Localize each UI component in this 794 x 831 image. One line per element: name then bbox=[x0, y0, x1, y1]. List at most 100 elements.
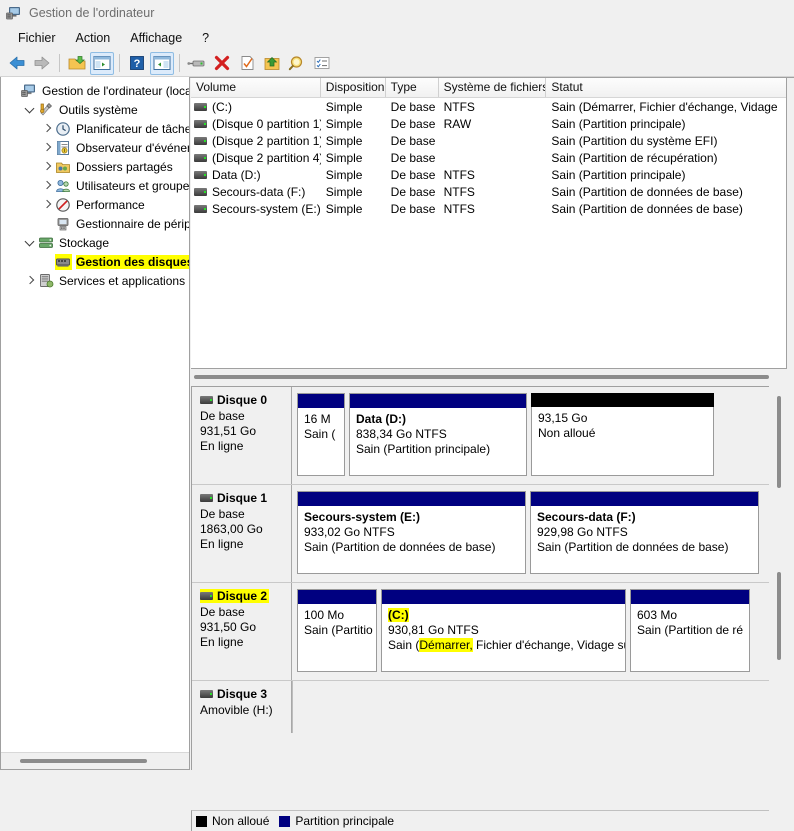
drive-icon bbox=[200, 494, 213, 502]
properties-icon[interactable] bbox=[235, 52, 259, 75]
tree-item-gestionnaire-de-p-riph[interactable]: Gestionnaire de périphé bbox=[1, 214, 189, 233]
menu-affichage[interactable]: Affichage bbox=[120, 28, 192, 48]
window-title: Gestion de l'ordinateur bbox=[29, 6, 155, 20]
disk-name-label: Disque 0 bbox=[217, 393, 268, 407]
up-folder-icon[interactable] bbox=[65, 52, 89, 75]
partition-block[interactable]: 16 M Sain ( bbox=[297, 393, 345, 476]
table-row[interactable]: Secours-system (E:) Simple De base NTFS Sain… bbox=[191, 200, 786, 217]
menu-action[interactable]: Action bbox=[66, 28, 121, 48]
column-header-disposition[interactable]: Disposition bbox=[320, 78, 386, 97]
help-icon[interactable]: ? bbox=[125, 52, 149, 75]
disk-size: 931,50 Go bbox=[200, 620, 257, 634]
column-header-type[interactable]: Type bbox=[385, 78, 439, 97]
tree-item-planificateur-de-t-ches[interactable]: Planificateur de tâches bbox=[1, 119, 189, 138]
chevron-right-icon[interactable] bbox=[39, 121, 55, 137]
computer-management-icon bbox=[6, 5, 22, 21]
column-header-statut[interactable]: Statut bbox=[546, 78, 786, 97]
tree-item-stockage[interactable]: Stockage bbox=[1, 233, 189, 252]
tree-item-outils-syst-me[interactable]: Outils système bbox=[1, 100, 189, 119]
back-icon[interactable] bbox=[5, 52, 29, 75]
menu-bar: Fichier Action Affichage ? bbox=[0, 26, 794, 50]
partition-block[interactable]: Secours-data (F:) 929,98 Go NTFS Sain (Par… bbox=[530, 491, 759, 574]
disk-partitions: 100 Mo Sain (Partitio (C:) 930,81 Go NTFS Sa… bbox=[292, 583, 769, 680]
partition-block[interactable]: (C:) 930,81 Go NTFS Sain (Démarrer, Fichie… bbox=[381, 589, 626, 672]
partition-status: Sain ( bbox=[304, 427, 336, 441]
chevron-right-icon[interactable] bbox=[39, 159, 55, 175]
cell-statut: Sain (Partition de données de base) bbox=[551, 184, 743, 199]
partition-size: 929,98 Go NTFS bbox=[537, 525, 628, 539]
partition-block[interactable]: Data (D:) 838,34 Go NTFS Sain (Partition p… bbox=[349, 393, 527, 476]
show-hide-tree-icon[interactable] bbox=[90, 51, 114, 75]
tree-item-gestion-des-disques[interactable]: Gestion des disques bbox=[1, 252, 189, 271]
table-row[interactable]: (Disque 0 partition 1) Simple De base RAW Sa… bbox=[191, 115, 786, 132]
graph-scrollbar-thumb-lower[interactable] bbox=[777, 572, 781, 660]
tree-item-services-et-applications[interactable]: Services et applications bbox=[1, 271, 189, 290]
disk-state: En ligne bbox=[200, 537, 244, 551]
eventlog-icon: ! bbox=[55, 140, 72, 156]
chevron-right-icon[interactable] bbox=[39, 197, 55, 213]
disk-type: De base bbox=[200, 409, 245, 423]
disk-info[interactable]: Disque 3 Amovible (H:) bbox=[192, 681, 292, 733]
partition-status: Sain (Partition de données de base) bbox=[304, 540, 496, 554]
chevron-right-icon[interactable] bbox=[22, 273, 38, 289]
graphical-view-vertical-scrollbar[interactable] bbox=[770, 386, 787, 770]
chevron-right-icon[interactable] bbox=[39, 178, 55, 194]
tree-item-observateur-d-v-neme[interactable]: ! Observateur d'événeme bbox=[1, 138, 189, 157]
column-header-filesystem[interactable]: Système de fichiers bbox=[438, 78, 547, 97]
tree-item-gestion-de-l-ordinateur-local[interactable]: Gestion de l'ordinateur (local) bbox=[1, 81, 189, 100]
shared-folders-icon bbox=[55, 159, 72, 175]
tree-horizontal-scrollbar[interactable] bbox=[1, 752, 189, 769]
tree-item-label: Outils système bbox=[59, 102, 138, 117]
disk-info[interactable]: Disque 1 De base 1863,00 Go En ligne bbox=[192, 485, 292, 582]
chevron-down-icon[interactable] bbox=[22, 235, 38, 251]
cell-disposition: Simple bbox=[325, 201, 363, 216]
show-action-pane-icon[interactable] bbox=[150, 51, 174, 75]
partition-color-band bbox=[298, 394, 344, 408]
cell-type: De base bbox=[390, 184, 436, 199]
disk-state: En ligne bbox=[200, 635, 244, 649]
search-icon[interactable] bbox=[285, 52, 309, 75]
cell-type: De base bbox=[390, 133, 436, 148]
forward-icon[interactable] bbox=[30, 52, 54, 75]
cell-volume-label: (Disque 0 partition 1) bbox=[212, 116, 321, 131]
delete-icon[interactable] bbox=[210, 52, 234, 75]
table-row[interactable]: Data (D:) Simple De base NTFS Sain (Partitio… bbox=[191, 166, 786, 183]
partition-block[interactable]: Secours-system (E:) 933,02 Go NTFS Sain (P… bbox=[297, 491, 526, 574]
disk-partitions: 16 M Sain (Data (D:) 838,34 Go NTFS Sain (P… bbox=[292, 387, 769, 484]
export-icon[interactable] bbox=[260, 52, 284, 75]
rescan-disks-icon[interactable] bbox=[185, 52, 209, 75]
column-header-volume[interactable]: Volume bbox=[191, 78, 321, 97]
tree-item-utilisateurs-et-groupes-l[interactable]: Utilisateurs et groupes l bbox=[1, 176, 189, 195]
tree-scrollbar-thumb[interactable] bbox=[20, 759, 147, 763]
tree-item-dossiers-partag-s[interactable]: Dossiers partagés bbox=[1, 157, 189, 176]
cell-volume-label: Secours-data (F:) bbox=[212, 184, 306, 199]
menu-fichier[interactable]: Fichier bbox=[8, 28, 66, 48]
table-row[interactable]: (C:) Simple De base NTFS Sain (Démarrer, Fic… bbox=[191, 98, 786, 115]
partition-block[interactable]: 603 Mo Sain (Partition de ré bbox=[630, 589, 750, 672]
table-row[interactable]: Secours-data (F:) Simple De base NTFS Sain (… bbox=[191, 183, 786, 200]
partition-block[interactable]: 93,15 Go Non alloué bbox=[531, 393, 714, 476]
tree-item-performance[interactable]: Performance bbox=[1, 195, 189, 214]
users-groups-icon bbox=[55, 178, 72, 194]
disk-info[interactable]: Disque 0 De base 931,51 Go En ligne bbox=[192, 387, 292, 484]
partition-block[interactable]: 100 Mo Sain (Partitio bbox=[297, 589, 377, 672]
list-view-icon[interactable] bbox=[310, 52, 334, 75]
tree-item-label: Gestionnaire de périphé bbox=[76, 216, 189, 231]
chevron-down-icon[interactable] bbox=[22, 102, 38, 118]
menu-aide[interactable]: ? bbox=[192, 28, 219, 48]
disk-row: Disque 3 Amovible (H:) bbox=[192, 681, 769, 733]
disk-info[interactable]: Disque 2 De base 931,50 Go En ligne bbox=[192, 583, 292, 680]
drive-icon bbox=[200, 690, 213, 698]
volume-list-scrollbar-thumb[interactable] bbox=[194, 375, 769, 379]
performance-icon bbox=[55, 197, 72, 213]
table-row[interactable]: (Disque 2 partition 4) Simple De base Sain … bbox=[191, 149, 786, 166]
tree-item-label: Stockage bbox=[59, 235, 110, 250]
cell-statut: Sain (Partition du système EFI) bbox=[551, 133, 718, 148]
disk-state: En ligne bbox=[200, 439, 244, 453]
chevron-right-icon[interactable] bbox=[39, 140, 55, 156]
volume-list-horizontal-scrollbar[interactable] bbox=[191, 369, 786, 385]
cell-volume-label: (C:) bbox=[212, 99, 232, 114]
table-row[interactable]: (Disque 2 partition 1) Simple De base Sain … bbox=[191, 132, 786, 149]
graph-scrollbar-thumb-upper[interactable] bbox=[777, 396, 781, 488]
